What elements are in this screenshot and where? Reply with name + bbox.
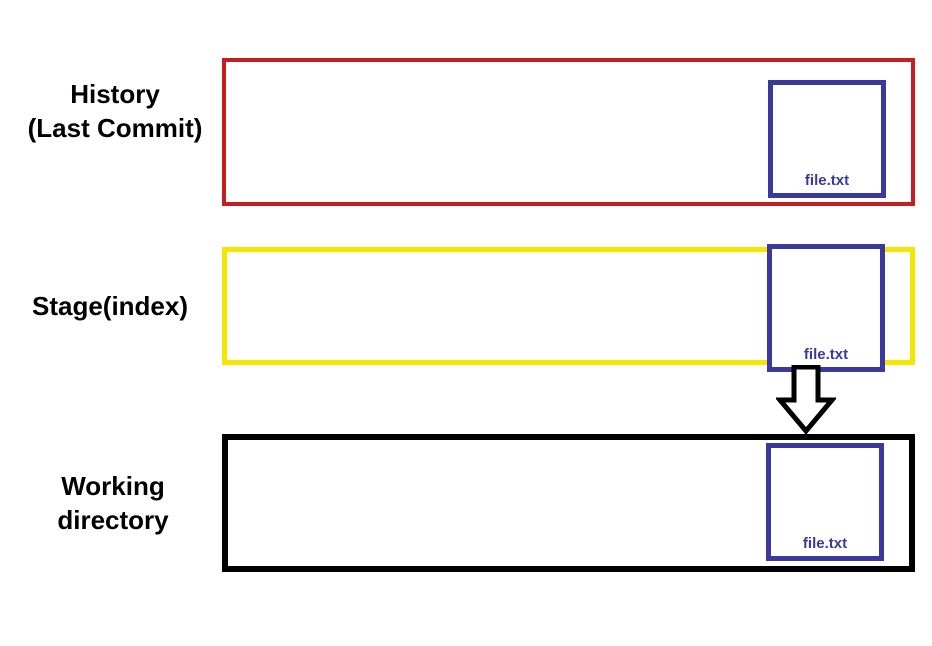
working-label-line1: Working xyxy=(28,470,198,504)
stage-zone: file.txt xyxy=(222,247,915,365)
stage-label-text: Stage(index) xyxy=(10,290,210,324)
working-file-box: file.txt xyxy=(766,443,884,561)
stage-file-box: file.txt xyxy=(767,244,885,372)
history-file-box: file.txt xyxy=(768,80,886,198)
working-file-label: file.txt xyxy=(803,535,847,556)
stage-file-label: file.txt xyxy=(804,346,848,367)
stage-label: Stage(index) xyxy=(10,290,210,324)
arrow-down-icon xyxy=(776,365,836,435)
history-zone: file.txt xyxy=(222,58,915,206)
working-label-line2: directory xyxy=(28,504,198,538)
history-label: History (Last Commit) xyxy=(20,78,210,146)
working-label: Working directory xyxy=(28,470,198,538)
history-label-line1: History xyxy=(20,78,210,112)
history-file-label: file.txt xyxy=(805,172,849,193)
history-label-line2: (Last Commit) xyxy=(20,112,210,146)
working-zone: file.txt xyxy=(222,434,915,572)
